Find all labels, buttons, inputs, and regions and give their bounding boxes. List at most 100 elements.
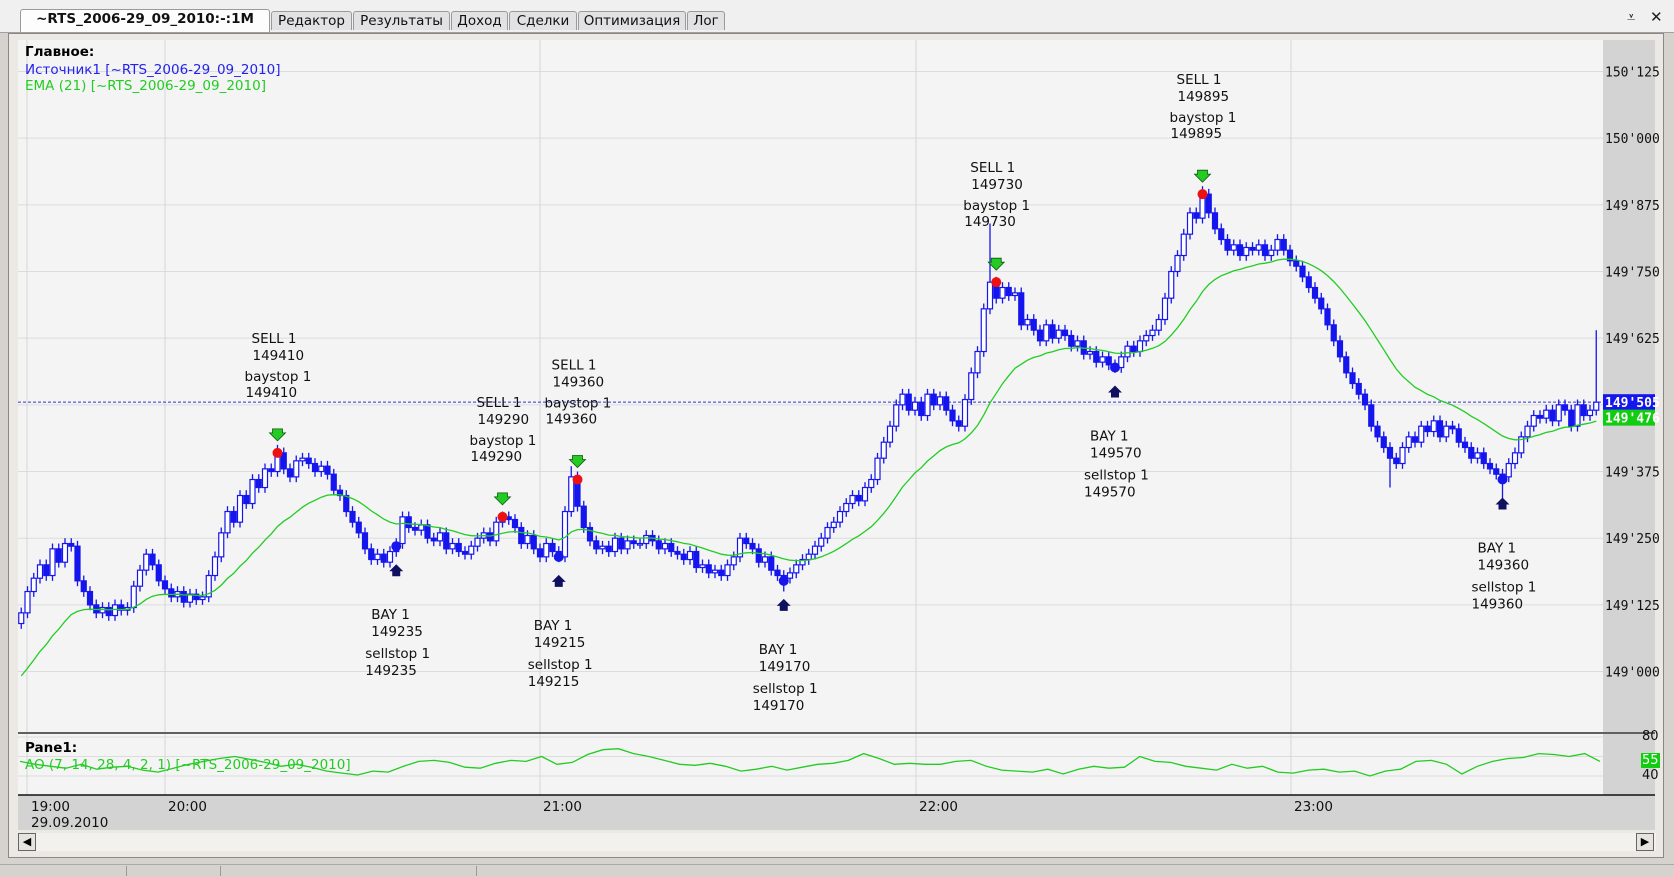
candle-bearish: [361, 532, 369, 550]
signal-label: 149410: [253, 348, 305, 364]
candle-bearish: [1393, 457, 1400, 465]
signal-label: sellstop 1: [1084, 468, 1149, 484]
candle-bearish: [705, 564, 712, 574]
ema-price-tag: 149'476: [1605, 412, 1660, 427]
candle-bearish: [305, 457, 312, 465]
signal-label: 149235: [371, 624, 423, 640]
candle-bullish: [1143, 334, 1150, 342]
candle-bullish: [974, 350, 981, 374]
signal-label: SELL 1: [970, 160, 1015, 176]
candle-bullish: [893, 404, 900, 427]
candle-bearish: [549, 542, 556, 553]
status-bar: [0, 864, 1674, 877]
price-tick-label: 149'875: [1605, 199, 1660, 214]
candle-bearish: [1005, 286, 1012, 297]
candle-bullish: [1399, 446, 1406, 465]
candle-bearish: [1386, 446, 1394, 459]
candle-bearish: [1105, 356, 1112, 366]
candle-bullish: [236, 494, 244, 523]
candle-bullish: [1443, 425, 1450, 438]
candle-bullish: [1055, 329, 1062, 339]
candle-bullish: [805, 553, 812, 561]
signal-label: 149290: [478, 412, 530, 428]
signal-label: 149360: [546, 412, 598, 428]
scroll-left-button[interactable]: ◀: [18, 833, 36, 851]
sell-marker-dot: [572, 474, 583, 485]
candle-bearish: [674, 550, 681, 555]
signal-label: BAY 1: [1478, 541, 1517, 557]
signal-label: baystop 1: [1170, 110, 1237, 126]
candle-bearish: [1461, 441, 1469, 449]
candle-bearish: [749, 542, 756, 550]
signal-label: baystop 1: [963, 198, 1030, 214]
time-axis-background: [18, 795, 1655, 830]
signal-label: 149895: [1171, 126, 1223, 142]
buy-marker-dot: [391, 541, 402, 552]
candle-bearish: [774, 569, 781, 577]
status-separator: [476, 866, 477, 876]
candle-bearish: [586, 526, 594, 542]
candle-bullish: [1405, 436, 1412, 449]
candle-bearish: [1493, 468, 1500, 475]
candle-bullish: [36, 564, 44, 579]
candle-bearish: [80, 580, 87, 593]
candle-bullish: [1586, 409, 1594, 417]
candle-bearish: [1380, 436, 1387, 449]
sell-marker-dot: [272, 447, 283, 458]
signal-label: sellstop 1: [753, 681, 818, 697]
candle-bearish: [1455, 428, 1462, 443]
candle-bearish: [905, 393, 912, 411]
price-tick-label: 149'750: [1605, 266, 1660, 281]
sell-marker-dot: [991, 277, 1002, 288]
status-separator: [126, 866, 127, 876]
candle-bearish: [1449, 425, 1456, 430]
candle-bearish: [105, 606, 112, 617]
candle-bullish: [1593, 401, 1600, 411]
candle-bullish: [111, 604, 119, 617]
candle-bearish: [355, 521, 362, 534]
source-legend[interactable]: Источник1 [~RTS_2006-29_09_2010]: [25, 62, 281, 78]
candle-bullish: [874, 457, 881, 481]
signal-label: 149170: [759, 659, 811, 675]
candle-bullish: [1230, 244, 1237, 251]
scroll-right-button[interactable]: ▶: [1636, 833, 1654, 851]
candle-bullish: [761, 556, 769, 563]
chart-canvas[interactable]: 150'125 150'000 149'875 149'750 149'625 149'3…: [0, 0, 1674, 876]
ema-legend[interactable]: EMA (21) [~RTS_2006-29_09_2010]: [25, 78, 266, 94]
candle-bullish: [661, 542, 669, 550]
candle-bearish: [424, 524, 431, 539]
signal-label: BAY 1: [1090, 429, 1129, 445]
candle-bullish: [880, 441, 887, 459]
candle-bearish: [1293, 260, 1300, 267]
candle-bearish: [68, 542, 75, 547]
candle-bearish: [1218, 228, 1225, 241]
candle-bearish: [168, 588, 175, 598]
candle-bullish: [886, 425, 894, 443]
candle-bullish: [1011, 292, 1019, 297]
candle-bullish: [793, 564, 800, 574]
signal-label: SELL 1: [477, 395, 522, 411]
candle-bearish: [918, 401, 925, 417]
candle-bearish: [1580, 404, 1587, 417]
candle-bearish: [1193, 212, 1200, 219]
ao-legend[interactable]: AO (7, 14, 28, 4, 2, 1) [~RTS_2006-29_09…: [25, 757, 351, 773]
candle-bullish: [711, 569, 719, 574]
candle-bearish: [343, 494, 350, 513]
candle-bearish: [693, 550, 700, 569]
candle-bearish: [1436, 420, 1444, 438]
candle-bearish: [324, 465, 331, 475]
candle-bearish: [411, 526, 419, 531]
candle-bearish: [618, 537, 625, 550]
signal-label: 149570: [1090, 446, 1142, 462]
candle-bearish: [1336, 340, 1344, 358]
candle-bearish: [1549, 409, 1556, 422]
sub-pane-title: Pane1:: [25, 740, 78, 756]
horizontal-scrollbar[interactable]: [18, 833, 1656, 851]
signal-label: baystop 1: [470, 433, 537, 449]
buy-marker-dot: [778, 575, 789, 586]
candle-bullish: [1543, 409, 1550, 419]
candle-bearish: [1361, 393, 1369, 406]
candle-bullish: [699, 564, 706, 569]
candle-bearish: [855, 494, 862, 502]
candle-bullish: [1511, 452, 1519, 465]
